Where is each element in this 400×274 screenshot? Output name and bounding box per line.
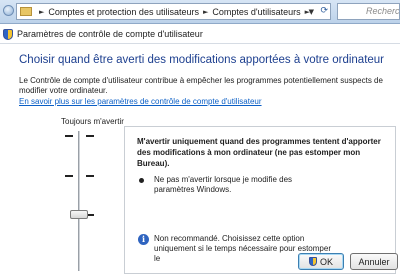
slider-tick	[65, 135, 73, 137]
info-icon: i	[138, 234, 149, 245]
slider-tick	[86, 135, 94, 137]
address-bar: ► Comptes et protection des utilisateurs…	[0, 0, 400, 24]
dialog-titlebar: Paramètres de contrôle de compte d'utili…	[0, 25, 400, 44]
ok-button[interactable]: OK	[298, 253, 344, 270]
breadcrumb-item-comptes-utilisateurs[interactable]: Comptes d'utilisateurs	[212, 7, 300, 17]
bullet-icon	[139, 178, 144, 183]
ok-button-label: OK	[319, 256, 333, 267]
refresh-icon[interactable]: ⟳	[320, 6, 328, 16]
uac-shield-icon	[308, 257, 317, 266]
back-arrow-icon[interactable]	[3, 5, 14, 16]
cancel-button[interactable]: Annuler	[350, 253, 398, 270]
folder-icon	[20, 7, 32, 16]
dropdown-arrow-icon[interactable]: ▼	[309, 8, 314, 16]
level-description-title: M'avertir uniquement quand des programme…	[137, 137, 381, 168]
page-title: Choisir quand être averti des modificati…	[19, 54, 385, 66]
level-bullet-text: Ne pas m'avertir lorsque je modifie des …	[154, 175, 293, 194]
slider-top-label: Toujours m'avertir	[61, 117, 124, 126]
slider-tick	[65, 175, 73, 177]
uac-slider-track[interactable]	[78, 131, 80, 271]
breadcrumb-item-comptes-protection[interactable]: Comptes et protection des utilisateurs	[48, 7, 199, 17]
chevron-right-icon[interactable]: ►	[203, 8, 208, 16]
uac-slider-thumb[interactable]	[70, 210, 88, 219]
description-text: Le Contrôle de compte d'utilisateur cont…	[19, 76, 383, 95]
cancel-button-label: Annuler	[358, 256, 390, 267]
search-input[interactable]: Recherc	[337, 3, 400, 20]
learn-more-link[interactable]: En savoir plus sur les paramètres de con…	[19, 97, 262, 106]
slider-tick	[86, 175, 94, 177]
uac-shield-icon	[3, 28, 13, 40]
dialog-title: Paramètres de contrôle de compte d'utili…	[17, 29, 203, 39]
info-panel: M'avertir uniquement quand des programme…	[124, 126, 396, 274]
breadcrumb[interactable]: ► Comptes et protection des utilisateurs…	[16, 3, 331, 20]
chevron-right-icon[interactable]: ►	[39, 8, 44, 16]
